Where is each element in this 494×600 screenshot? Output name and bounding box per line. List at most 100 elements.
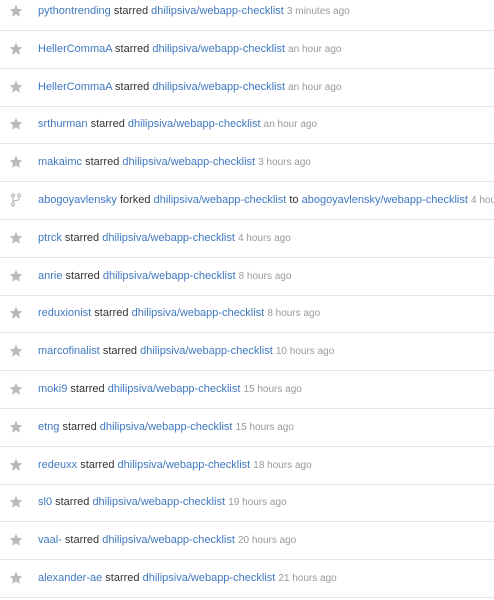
action-text: starred [90, 118, 125, 131]
user-link[interactable]: makaimc [38, 156, 82, 168]
repo-link[interactable]: dhilipsiva/webapp-checklist [132, 307, 265, 319]
repo-link[interactable]: dhilipsiva/webapp-checklist [102, 534, 235, 546]
timestamp: 18 hours ago [253, 459, 312, 471]
action-text: starred [102, 345, 138, 358]
feed-item-text: anrie starred dhilipsiva/webapp-checklis… [38, 269, 291, 284]
feed-item: reduxionist starred dhilipsiva/webapp-ch… [0, 296, 494, 334]
fork-icon [9, 193, 23, 207]
user-link[interactable]: reduxionist [38, 307, 91, 319]
user-link[interactable]: anrie [38, 270, 62, 282]
repo-link[interactable]: dhilipsiva/webapp-checklist [143, 572, 276, 584]
user-link[interactable]: etng [38, 421, 59, 433]
repo-link[interactable]: dhilipsiva/webapp-checklist [152, 81, 285, 93]
repo-link[interactable]: dhilipsiva/webapp-checklist [140, 345, 273, 357]
fork-target-link[interactable]: abogoyavlensky/webapp-checklist [302, 194, 468, 206]
feed-item-text: ptrck starred dhilipsiva/webapp-checklis… [38, 231, 291, 246]
feed-item: etng starred dhilipsiva/webapp-checklist… [0, 410, 494, 447]
star-icon [9, 269, 23, 283]
repo-link[interactable]: dhilipsiva/webapp-checklist [92, 496, 225, 508]
action-text: starred [70, 383, 105, 395]
repo-link[interactable]: dhilipsiva/webapp-checklist [108, 383, 241, 395]
timestamp: 19 hours ago [228, 497, 287, 509]
repo-link[interactable]: dhilipsiva/webapp-checklist [100, 421, 233, 433]
repo-link[interactable]: dhilipsiva/webapp-checklist [152, 43, 285, 55]
action-text: starred [62, 420, 97, 433]
connector-text: to [289, 194, 299, 206]
action-text: starred [105, 572, 140, 584]
star-icon [9, 382, 23, 396]
feed-item: marcofinalist starred dhilipsiva/webapp-… [0, 334, 494, 372]
user-link[interactable]: srthurman [38, 118, 88, 130]
feed-item: sl0 starred dhilipsiva/webapp-checklist … [0, 485, 494, 523]
timestamp: 4 hours ago [470, 195, 494, 206]
feed-item: pythontrending starred dhilipsiva/webapp… [0, 0, 494, 31]
action-text: starred [55, 496, 90, 509]
action-text: forked [119, 194, 151, 206]
star-icon [9, 420, 23, 434]
feed-item-text: vaal- starred dhilipsiva/webapp-checklis… [38, 533, 296, 548]
feed-item-text: etng starred dhilipsiva/webapp-checklist… [38, 420, 294, 435]
star-icon [9, 117, 23, 131]
feed-item: HellerCommaA starred dhilipsiva/webapp-c… [0, 70, 494, 107]
action-text: starred [64, 534, 100, 547]
feed-item: ptrck starred dhilipsiva/webapp-checklis… [0, 221, 494, 258]
repo-link[interactable]: dhilipsiva/webapp-checklist [102, 232, 235, 244]
user-link[interactable]: abogoyavlensky [38, 194, 117, 206]
timestamp: 15 hours ago [243, 384, 302, 395]
star-icon [9, 4, 23, 18]
repo-link[interactable]: dhilipsiva/webapp-checklist [103, 270, 236, 282]
user-link[interactable]: sl0 [38, 496, 52, 508]
feed-item-text: makaimc starred dhilipsiva/webapp-checkl… [38, 155, 311, 170]
feed-item: abogoyavlensky forked dhilipsiva/webapp-… [0, 183, 494, 220]
feed-item-text: marcofinalist starred dhilipsiva/webapp-… [38, 344, 334, 359]
star-icon [9, 80, 23, 94]
user-link[interactable]: HellerCommaA [38, 43, 112, 55]
user-link[interactable]: vaal- [38, 534, 62, 546]
timestamp: an hour ago [288, 81, 342, 93]
repo-link[interactable]: dhilipsiva/webapp-checklist [154, 194, 287, 206]
timestamp: 21 hours ago [278, 573, 337, 584]
action-text: starred [115, 42, 150, 55]
star-icon [9, 495, 23, 509]
timestamp: an hour ago [288, 43, 342, 55]
star-icon [9, 306, 23, 320]
feed-item-text: reduxionist starred dhilipsiva/webapp-ch… [38, 306, 320, 321]
feed-item-text: moki9 starred dhilipsiva/webapp-checklis… [38, 382, 302, 397]
feed-item-text: redeuxx starred dhilipsiva/webapp-checkl… [38, 458, 312, 473]
timestamp: 15 hours ago [235, 421, 294, 433]
feed-item-text: abogoyavlensky forked dhilipsiva/webapp-… [38, 193, 494, 208]
user-link[interactable]: alexander-ae [38, 572, 102, 584]
user-link[interactable]: ptrck [38, 232, 62, 244]
user-link[interactable]: HellerCommaA [38, 81, 112, 93]
feed-item: alexander-ae starred dhilipsiva/webapp-c… [0, 561, 494, 598]
feed-item-text: HellerCommaA starred dhilipsiva/webapp-c… [38, 80, 341, 95]
action-text: starred [113, 5, 149, 17]
feed-item-text: srthurman starred dhilipsiva/webapp-chec… [38, 117, 317, 132]
user-link[interactable]: moki9 [38, 383, 67, 395]
user-link[interactable]: marcofinalist [38, 345, 100, 357]
feed-item: moki9 starred dhilipsiva/webapp-checklis… [0, 372, 494, 409]
star-icon [9, 571, 23, 585]
timestamp: an hour ago [263, 119, 318, 131]
repo-link[interactable]: dhilipsiva/webapp-checklist [118, 459, 251, 471]
feed-item: anrie starred dhilipsiva/webapp-checklis… [0, 259, 494, 296]
timestamp: 8 hours ago [267, 308, 321, 320]
repo-link[interactable]: dhilipsiva/webapp-checklist [128, 118, 261, 130]
feed-item-text: alexander-ae starred dhilipsiva/webapp-c… [38, 571, 337, 586]
timestamp: 20 hours ago [237, 535, 297, 547]
star-icon [9, 155, 23, 169]
repo-link[interactable]: dhilipsiva/webapp-checklist [151, 5, 284, 17]
feed-item: vaal- starred dhilipsiva/webapp-checklis… [0, 523, 494, 561]
action-text: starred [80, 458, 115, 471]
user-link[interactable]: redeuxx [38, 459, 77, 471]
action-text: starred [94, 307, 129, 320]
repo-link[interactable]: dhilipsiva/webapp-checklist [122, 156, 255, 168]
feed-item: srthurman starred dhilipsiva/webapp-chec… [0, 107, 494, 145]
star-icon [9, 533, 23, 547]
timestamp: 8 hours ago [238, 270, 292, 282]
action-text: starred [85, 156, 120, 169]
feed-item: makaimc starred dhilipsiva/webapp-checkl… [0, 145, 494, 183]
user-link[interactable]: pythontrending [38, 5, 111, 17]
star-icon [9, 458, 23, 472]
action-text: starred [64, 231, 100, 244]
